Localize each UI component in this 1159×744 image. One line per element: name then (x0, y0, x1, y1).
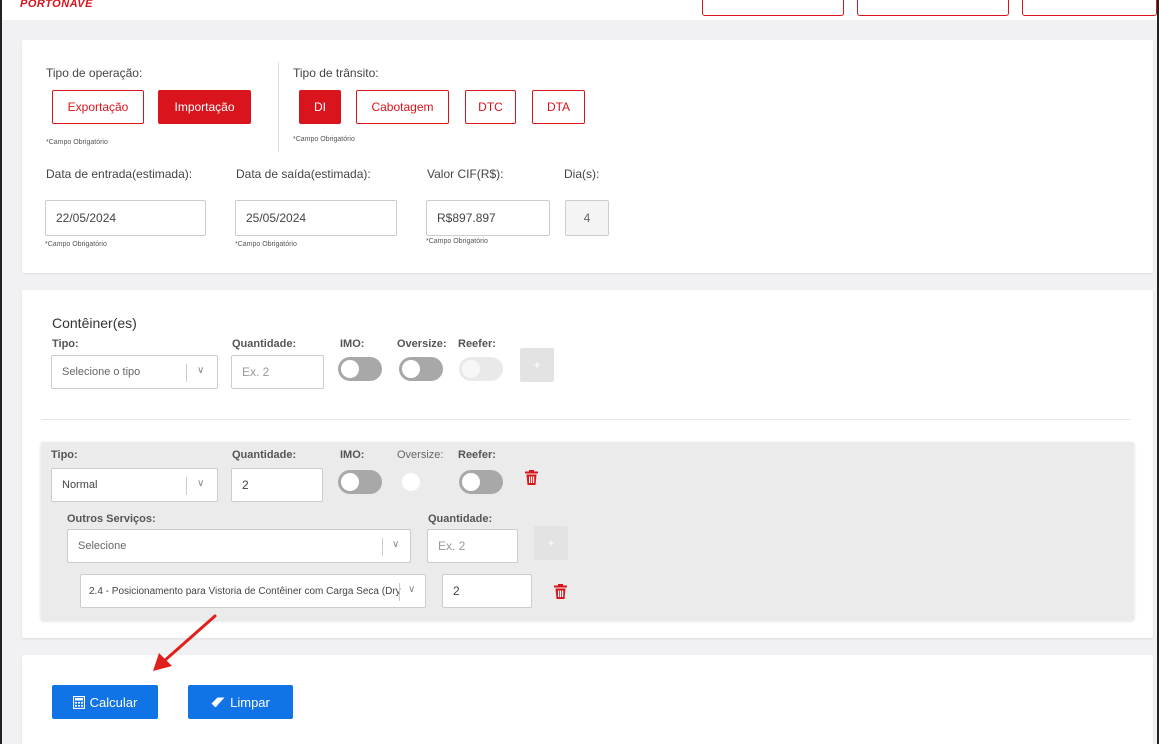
transit-label: Tipo de trânsito: (293, 66, 379, 80)
item-reefer-label: Reefer: (458, 449, 496, 461)
clear-label: Limpar (230, 694, 270, 710)
export-button[interactable]: Exportação (52, 90, 144, 124)
exit-date-required-note: *Campo Obrigatório (235, 241, 297, 248)
service-item-select[interactable]: 2.4 - Posicionamento para Vistoria de Co… (80, 574, 426, 608)
entry-date-input[interactable]: 22/05/2024 (45, 200, 206, 236)
toggle-knob (341, 360, 359, 378)
operation-label: Tipo de operação: (46, 66, 143, 80)
services-select[interactable]: Selecione ∨ (67, 529, 411, 563)
brand-logo: PORTONAVE (20, 0, 93, 10)
add-service-button[interactable]: + (534, 526, 568, 560)
toggle-knob (462, 360, 480, 378)
item-oversize-label: Oversize: (397, 449, 444, 461)
new-qty-label: Quantidade: (232, 338, 297, 350)
annotation-arrow-icon (153, 614, 217, 671)
containers-title: Contêiner(es) (52, 315, 137, 331)
new-type-placeholder: Selecione o tipo (62, 366, 141, 378)
item-qty-input[interactable]: 2 (231, 468, 323, 502)
operation-card: Tipo de operação: Exportação Importação … (22, 40, 1153, 273)
top-nav-button-2[interactable] (857, 0, 1009, 16)
new-reefer-label: Reefer: (458, 338, 496, 350)
chevron-down-icon: ∨ (197, 365, 205, 376)
new-type-label: Tipo: (52, 338, 79, 350)
add-container-button[interactable]: + (520, 348, 554, 382)
calculator-icon (72, 695, 85, 709)
top-nav-button-1[interactable] (702, 0, 844, 16)
new-qty-input[interactable]: Ex. 2 (231, 355, 324, 389)
item-qty-label: Quantidade: (232, 449, 297, 461)
days-label: Dia(s): (564, 167, 600, 181)
service-item-qty[interactable]: 2 (442, 574, 532, 608)
exit-date-label: Data de saída(estimada): (236, 167, 371, 181)
toggle-knob (341, 473, 359, 491)
entry-date-required-note: *Campo Obrigatório (45, 241, 107, 248)
cif-value-input[interactable]: R$897.897 (426, 200, 550, 236)
transit-cabotagem-button[interactable]: Cabotagem (356, 90, 449, 124)
services-qty-input[interactable]: Ex. 2 (427, 529, 518, 563)
chevron-down-icon: ∨ (408, 584, 416, 595)
services-placeholder: Selecione (78, 540, 127, 552)
services-qty-label: Quantidade: (428, 513, 493, 525)
top-nav-button-3[interactable] (1022, 0, 1157, 16)
container-item: Tipo: Normal ∨ Quantidade: 2 IMO: Oversi… (41, 442, 1134, 620)
select-separator (382, 538, 383, 556)
containers-card: Contêiner(es) Tipo: Selecione o tipo ∨ Q… (22, 290, 1153, 638)
new-reefer-toggle (459, 357, 503, 381)
clear-button[interactable]: Limpar (188, 685, 293, 719)
select-separator (399, 583, 400, 601)
select-separator (186, 477, 187, 495)
select-separator (186, 364, 187, 382)
section-divider (42, 419, 1130, 420)
entry-date-label: Data de entrada(estimada): (46, 167, 193, 181)
new-type-select[interactable]: Selecione o tipo ∨ (51, 355, 218, 389)
item-imo-label: IMO: (340, 449, 365, 461)
new-imo-label: IMO: (340, 338, 365, 350)
transit-dta-button[interactable]: DTA (532, 90, 585, 124)
cif-value-label: Valor CIF(R$): (427, 167, 504, 181)
transit-di-button[interactable]: DI (299, 90, 341, 124)
transit-required-note: *Campo Obrigatório (293, 136, 355, 143)
item-type-label: Tipo: (51, 449, 78, 461)
trash-icon[interactable] (525, 470, 538, 485)
new-oversize-toggle[interactable] (399, 357, 443, 381)
divider (278, 62, 279, 152)
top-bar: PORTONAVE (2, 0, 1157, 20)
chevron-down-icon: ∨ (197, 478, 205, 489)
chevron-down-icon: ∨ (392, 539, 400, 550)
item-oversize-toggle (402, 473, 420, 491)
eraser-icon (211, 697, 225, 707)
trash-icon[interactable] (554, 584, 567, 599)
import-button[interactable]: Importação (158, 90, 251, 124)
item-type-value: Normal (62, 479, 98, 491)
new-imo-toggle[interactable] (338, 357, 382, 381)
cif-required-note: *Campo Obrigatório (426, 238, 488, 245)
exit-date-input[interactable]: 25/05/2024 (235, 200, 397, 236)
services-label: Outros Serviços: (67, 513, 156, 525)
new-oversize-label: Oversize: (397, 338, 447, 350)
item-type-select[interactable]: Normal ∨ (51, 468, 218, 502)
item-reefer-toggle[interactable] (459, 470, 503, 494)
item-imo-toggle[interactable] (338, 470, 382, 494)
toggle-knob (462, 473, 480, 491)
days-value: 4 (565, 200, 609, 236)
operation-required-note: *Campo Obrigatório (46, 139, 108, 146)
calculate-label: Calcular (89, 694, 138, 710)
toggle-knob (402, 360, 420, 378)
service-item-name: 2.4 - Posicionamento para Vistoria de Co… (89, 585, 401, 597)
calculate-button[interactable]: Calcular (52, 685, 158, 719)
transit-dtc-button[interactable]: DTC (465, 90, 516, 124)
